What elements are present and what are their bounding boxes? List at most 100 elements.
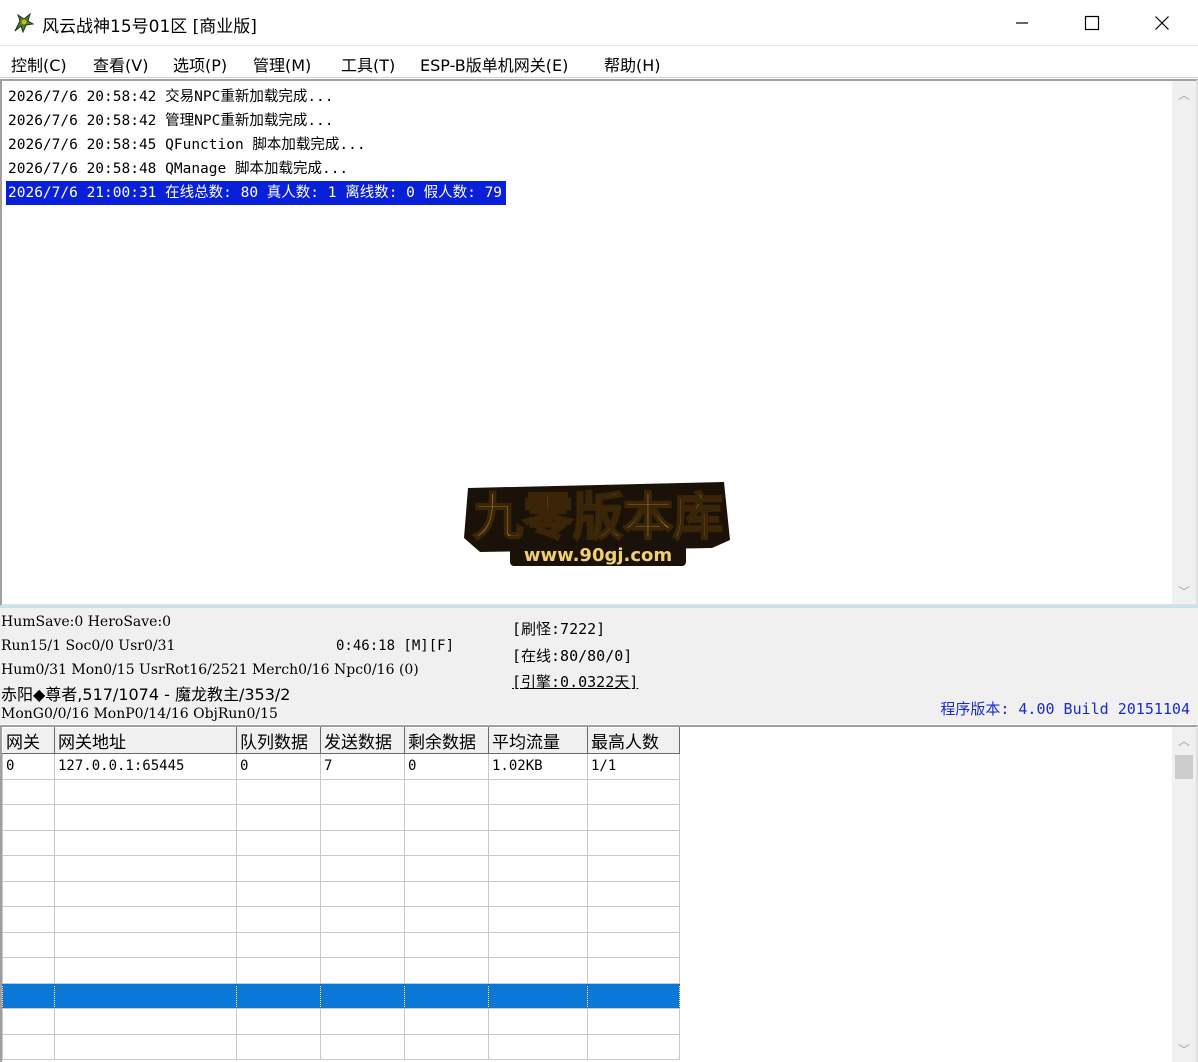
table-cell[interactable]: [54, 982, 237, 1009]
log-line[interactable]: 2026/7/6 20:58:42 交易NPC重新加载完成...: [6, 85, 338, 109]
table-row[interactable]: [2, 829, 680, 856]
table-cell[interactable]: [320, 880, 405, 907]
table-cell[interactable]: [587, 804, 680, 831]
table-cell[interactable]: 0: [236, 753, 321, 780]
table-cell[interactable]: [2, 778, 55, 805]
table-cell[interactable]: [54, 957, 237, 984]
table-cell[interactable]: [320, 931, 405, 958]
menu-view[interactable]: 查看(V): [93, 52, 148, 76]
minimize-button[interactable]: [987, 0, 1057, 46]
column-header[interactable]: 网关地址: [54, 727, 237, 754]
table-cell[interactable]: [2, 906, 55, 933]
table-cell[interactable]: [54, 931, 237, 958]
table-row[interactable]: 0 127.0.0.1:65445 0 7 0 1.02KB 1/1: [2, 753, 680, 780]
scroll-up-icon[interactable]: ︿: [1172, 83, 1196, 105]
menu-control[interactable]: 控制(C): [11, 52, 67, 76]
menu-manage[interactable]: 管理(M): [253, 52, 311, 76]
table-cell[interactable]: [236, 957, 321, 984]
table-cell[interactable]: [587, 778, 680, 805]
table-cell[interactable]: [587, 982, 680, 1009]
log-scrollbar[interactable]: ︿ ﹀: [1172, 81, 1196, 604]
log-line[interactable]: 2026/7/6 20:58:45 QFunction 脚本加载完成...: [6, 133, 370, 157]
table-cell[interactable]: [404, 1033, 489, 1060]
table-cell[interactable]: [587, 829, 680, 856]
log-line[interactable]: 2026/7/6 20:58:48 QManage 脚本加载完成...: [6, 157, 352, 181]
table-cell[interactable]: [236, 804, 321, 831]
table-row[interactable]: [2, 957, 680, 984]
table-cell[interactable]: [54, 1008, 237, 1035]
table-cell[interactable]: [236, 931, 321, 958]
table-cell[interactable]: [488, 829, 588, 856]
table-cell[interactable]: [54, 1033, 237, 1060]
table-cell[interactable]: [320, 906, 405, 933]
column-header[interactable]: 剩余数据: [404, 727, 489, 754]
table-row[interactable]: [2, 931, 680, 958]
table-cell[interactable]: [2, 931, 55, 958]
table-row[interactable]: [2, 906, 680, 933]
table-cell[interactable]: [320, 778, 405, 805]
menu-help[interactable]: 帮助(H): [604, 52, 661, 76]
table-cell[interactable]: [404, 957, 489, 984]
table-cell[interactable]: 1.02KB: [488, 753, 588, 780]
table-cell[interactable]: [236, 880, 321, 907]
table-row[interactable]: [2, 855, 680, 882]
column-header[interactable]: 发送数据: [320, 727, 405, 754]
close-button[interactable]: [1127, 0, 1197, 46]
table-cell[interactable]: [404, 1008, 489, 1035]
column-header[interactable]: 网关: [2, 727, 55, 754]
table-cell[interactable]: [488, 982, 588, 1009]
table-cell[interactable]: [320, 804, 405, 831]
column-header[interactable]: 最高人数: [587, 727, 680, 754]
scroll-down-icon[interactable]: ﹀: [1172, 1038, 1196, 1060]
table-cell[interactable]: [488, 957, 588, 984]
table-cell[interactable]: [587, 931, 680, 958]
table-cell[interactable]: [2, 982, 55, 1009]
gateway-grid-panel[interactable]: 网关 网关地址 队列数据 发送数据 剩余数据 平均流量 最高人数 0 127.0.…: [0, 725, 1198, 1062]
table-cell[interactable]: [404, 982, 489, 1009]
table-row[interactable]: [2, 1008, 680, 1035]
table-cell[interactable]: [404, 804, 489, 831]
table-cell[interactable]: [320, 855, 405, 882]
table-cell[interactable]: [54, 855, 237, 882]
table-cell[interactable]: [54, 829, 237, 856]
table-cell[interactable]: [2, 855, 55, 882]
table-cell[interactable]: [488, 880, 588, 907]
table-cell[interactable]: [404, 880, 489, 907]
table-cell[interactable]: [320, 957, 405, 984]
table-cell[interactable]: [2, 1033, 55, 1060]
table-cell[interactable]: [236, 906, 321, 933]
table-cell[interactable]: [236, 778, 321, 805]
column-header[interactable]: 平均流量: [488, 727, 588, 754]
table-cell[interactable]: [404, 855, 489, 882]
table-cell[interactable]: [488, 1008, 588, 1035]
table-cell[interactable]: [404, 829, 489, 856]
table-cell[interactable]: [2, 829, 55, 856]
menu-options[interactable]: 选项(P): [173, 52, 227, 76]
table-cell[interactable]: [488, 855, 588, 882]
table-cell[interactable]: [587, 906, 680, 933]
table-cell[interactable]: [320, 982, 405, 1009]
scroll-down-icon[interactable]: ﹀: [1172, 580, 1196, 602]
table-cell[interactable]: [587, 957, 680, 984]
menu-esp-gateway[interactable]: ESP-B版单机网关(E): [420, 52, 568, 76]
table-cell[interactable]: 1/1: [587, 753, 680, 780]
table-cell[interactable]: [54, 804, 237, 831]
table-cell[interactable]: [404, 931, 489, 958]
table-cell[interactable]: [587, 1008, 680, 1035]
maximize-button[interactable]: [1057, 0, 1127, 46]
table-cell[interactable]: [236, 855, 321, 882]
table-cell[interactable]: [488, 931, 588, 958]
table-cell[interactable]: [54, 880, 237, 907]
table-cell[interactable]: [236, 1008, 321, 1035]
grid-scrollbar[interactable]: ︿ ﹀: [1172, 727, 1196, 1062]
table-cell[interactable]: [488, 1033, 588, 1060]
table-cell[interactable]: [587, 1033, 680, 1060]
table-cell[interactable]: [236, 982, 321, 1009]
log-line[interactable]: 2026/7/6 20:58:42 管理NPC重新加载完成...: [6, 109, 338, 133]
table-cell[interactable]: [488, 804, 588, 831]
table-cell[interactable]: [488, 778, 588, 805]
table-cell[interactable]: [2, 1008, 55, 1035]
scroll-thumb[interactable]: [1175, 755, 1193, 779]
table-cell[interactable]: [54, 906, 237, 933]
table-cell[interactable]: [54, 778, 237, 805]
